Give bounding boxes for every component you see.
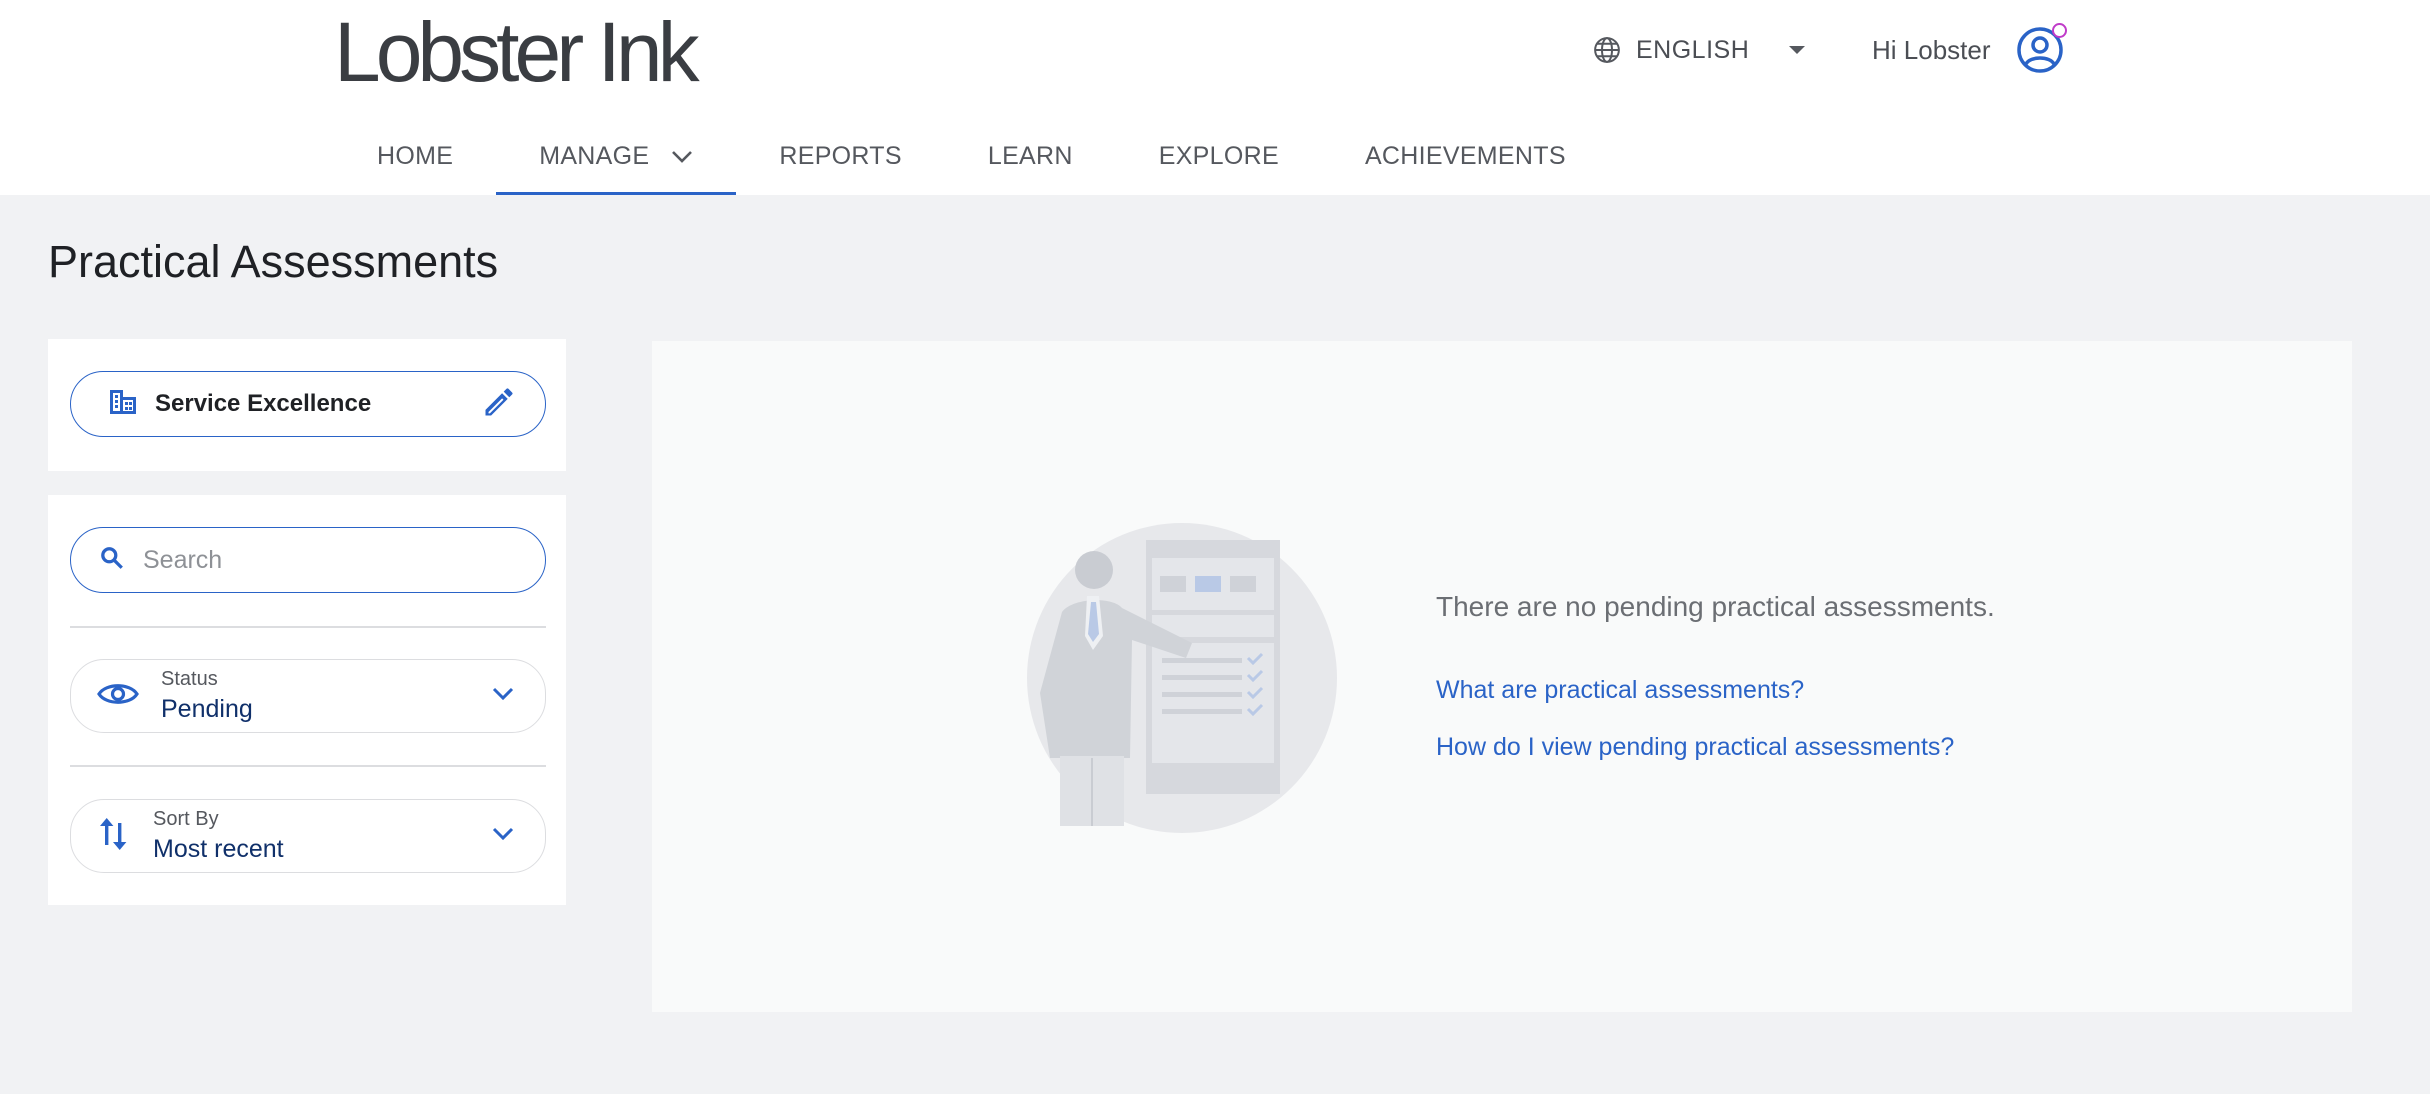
status-value: Pending (161, 695, 253, 723)
chevron-down-icon (491, 826, 515, 847)
empty-state-message: There are no pending practical assessmen… (1436, 591, 1995, 622)
main-nav: HOME MANAGE REPORTS LEARN EXPLORE ACHIEV… (334, 118, 1609, 195)
sort-select[interactable]: Sort By Most recent (70, 799, 546, 873)
globe-icon (1592, 35, 1622, 65)
status-select[interactable]: Status Pending (70, 659, 546, 733)
search-field[interactable] (70, 527, 546, 593)
help-link-how-to-view[interactable]: How do I view pending practical assessme… (1436, 733, 1954, 762)
sort-caption: Sort By (153, 808, 219, 830)
eye-icon (97, 680, 139, 713)
user-circle-icon (2015, 27, 2065, 81)
chevron-down-icon (671, 142, 693, 171)
notification-badge (2051, 23, 2067, 38)
nav-label: ACHIEVEMENTS (1364, 142, 1566, 170)
nav-explore[interactable]: EXPLORE (1116, 118, 1322, 195)
status-caption: Status (161, 668, 218, 690)
divider (70, 626, 546, 628)
nav-reports[interactable]: REPORTS (736, 118, 945, 195)
nav-learn[interactable]: LEARN (945, 118, 1116, 195)
sort-text: Sort By Most recent (153, 808, 491, 864)
organization-selector[interactable]: Service Excellence (70, 371, 546, 437)
sort-icon (97, 817, 131, 856)
search-input[interactable] (141, 544, 517, 576)
user-avatar[interactable] (2015, 23, 2067, 75)
user-greeting: Hi Lobster (1872, 23, 2067, 73)
filters-card: Status Pending Sort By Most recent (48, 495, 566, 905)
results-panel: There are no pending practical assessmen… (652, 341, 2352, 1012)
nav-achievements[interactable]: ACHIEVEMENTS (1322, 118, 1609, 195)
help-link-what-are[interactable]: What are practical assessments? (1436, 676, 1804, 705)
language-selector[interactable]: ENGLISH (1592, 32, 1807, 68)
nav-manage[interactable]: MANAGE (496, 118, 737, 195)
nav-label: MANAGE (539, 142, 650, 170)
nav-home[interactable]: HOME (334, 118, 496, 195)
divider (70, 765, 546, 767)
caret-down-icon (1787, 44, 1807, 56)
status-text: Status Pending (161, 668, 491, 724)
pencil-icon[interactable] (481, 384, 517, 425)
language-label: ENGLISH (1636, 35, 1750, 64)
search-icon (99, 545, 125, 576)
nav-label: LEARN (987, 142, 1073, 170)
organization-label: Service Excellence (155, 390, 372, 417)
chevron-down-icon (491, 686, 515, 707)
greeting-text: Hi Lobster (1872, 34, 1991, 65)
organization-card: Service Excellence (48, 339, 566, 471)
nav-label: EXPLORE (1158, 142, 1279, 170)
logo[interactable]: Lobster Ink (334, 6, 700, 98)
building-icon (109, 389, 137, 420)
page-title: Practical Assessments (48, 236, 499, 287)
empty-state-illustration (1002, 518, 1342, 843)
top-header: Lobster Ink ENGLISH Hi Lobster HOME MANA… (0, 0, 2430, 195)
sort-value: Most recent (153, 835, 284, 863)
nav-label: REPORTS (779, 142, 902, 170)
nav-label: HOME (377, 142, 454, 170)
